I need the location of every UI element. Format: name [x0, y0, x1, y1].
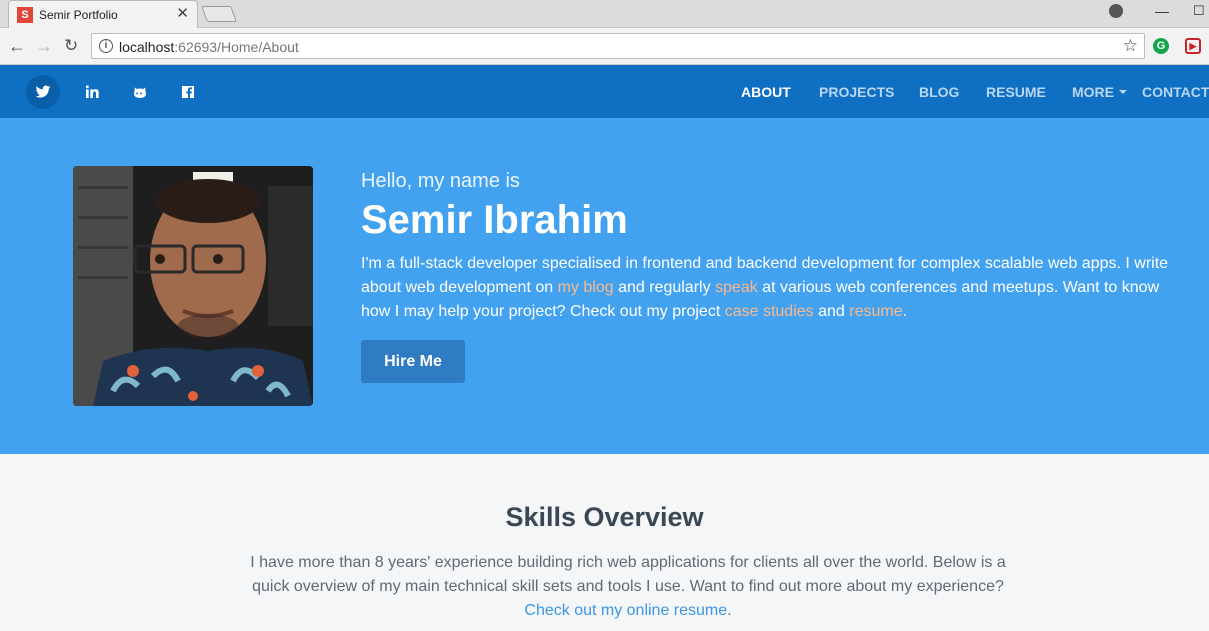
info-icon[interactable]: i: [99, 39, 113, 53]
hero-greeting: Hello, my name is: [361, 170, 520, 192]
favicon-icon: S: [17, 7, 33, 23]
nav-resume[interactable]: RESUME: [986, 84, 1046, 100]
case-studies-link[interactable]: case studies: [725, 303, 814, 320]
new-tab-button[interactable]: [201, 6, 237, 22]
intro-text-4: and: [813, 303, 850, 320]
nav-blog[interactable]: BLOG: [919, 84, 959, 100]
hire-me-button[interactable]: Hire Me: [361, 340, 465, 383]
profile-photo: [73, 166, 313, 406]
browser-tab-bar: S Semir Portfolio ✕ — ☐: [0, 0, 1209, 28]
hero-name: Semir Ibrahim: [361, 198, 628, 242]
resume-link[interactable]: resume: [849, 303, 902, 320]
url-text[interactable]: localhost:62693/Home/About: [119, 39, 299, 55]
url-path: :62693/Home/About: [174, 39, 299, 55]
maximize-button[interactable]: ☐: [1193, 3, 1205, 19]
skills-text-end: .: [727, 602, 732, 619]
nav-projects[interactable]: PROJECTS: [819, 84, 894, 100]
grammarly-extension-icon[interactable]: G: [1153, 38, 1169, 54]
tab-close-icon[interactable]: ✕: [176, 6, 189, 22]
extension-icon[interactable]: ▶: [1185, 38, 1201, 54]
online-resume-link[interactable]: Check out my online resume: [524, 602, 727, 619]
browser-tab[interactable]: S Semir Portfolio ✕: [8, 0, 198, 28]
profile-icon[interactable]: [1109, 4, 1123, 18]
nav-more-label: MORE: [1072, 84, 1114, 100]
hero-intro: I'm a full-stack developer specialised i…: [361, 252, 1191, 324]
tab-title: Semir Portfolio: [39, 8, 118, 22]
bookmark-star-icon[interactable]: ☆: [1123, 36, 1138, 56]
facebook-icon[interactable]: [171, 75, 205, 109]
nav-contact[interactable]: CONTACT: [1142, 84, 1209, 100]
hero-section: Hello, my name is Semir Ibrahim I'm a fu…: [0, 118, 1209, 454]
speak-link[interactable]: speak: [715, 279, 758, 296]
twitter-icon[interactable]: [26, 75, 60, 109]
caret-down-icon: [1119, 89, 1127, 94]
intro-text-5: .: [902, 303, 908, 320]
skills-text: I have more than 8 years' experience bui…: [250, 554, 1006, 595]
forward-icon[interactable]: →: [35, 36, 53, 56]
back-icon[interactable]: ←: [8, 36, 26, 56]
site-navbar: ABOUT PROJECTS BLOG RESUME MORE CONTACT: [0, 65, 1209, 118]
my-blog-link[interactable]: my blog: [558, 279, 614, 296]
url-host: localhost: [119, 39, 175, 55]
address-bar[interactable]: i localhost:62693/Home/About ☆: [91, 33, 1145, 59]
nav-about[interactable]: ABOUT: [741, 84, 791, 100]
reload-icon[interactable]: ↻: [64, 36, 78, 56]
skills-title: Skills Overview: [505, 502, 704, 532]
intro-text-2: and regularly: [613, 279, 716, 296]
nav-more-dropdown[interactable]: MORE: [1072, 84, 1127, 100]
minimize-button[interactable]: —: [1155, 3, 1169, 19]
linkedin-icon[interactable]: [75, 75, 109, 109]
github-icon[interactable]: [123, 75, 157, 109]
browser-toolbar: ← → ↻ i localhost:62693/Home/About ☆ G ▶: [0, 28, 1209, 65]
skills-description: I have more than 8 years' experience bui…: [240, 551, 1016, 623]
